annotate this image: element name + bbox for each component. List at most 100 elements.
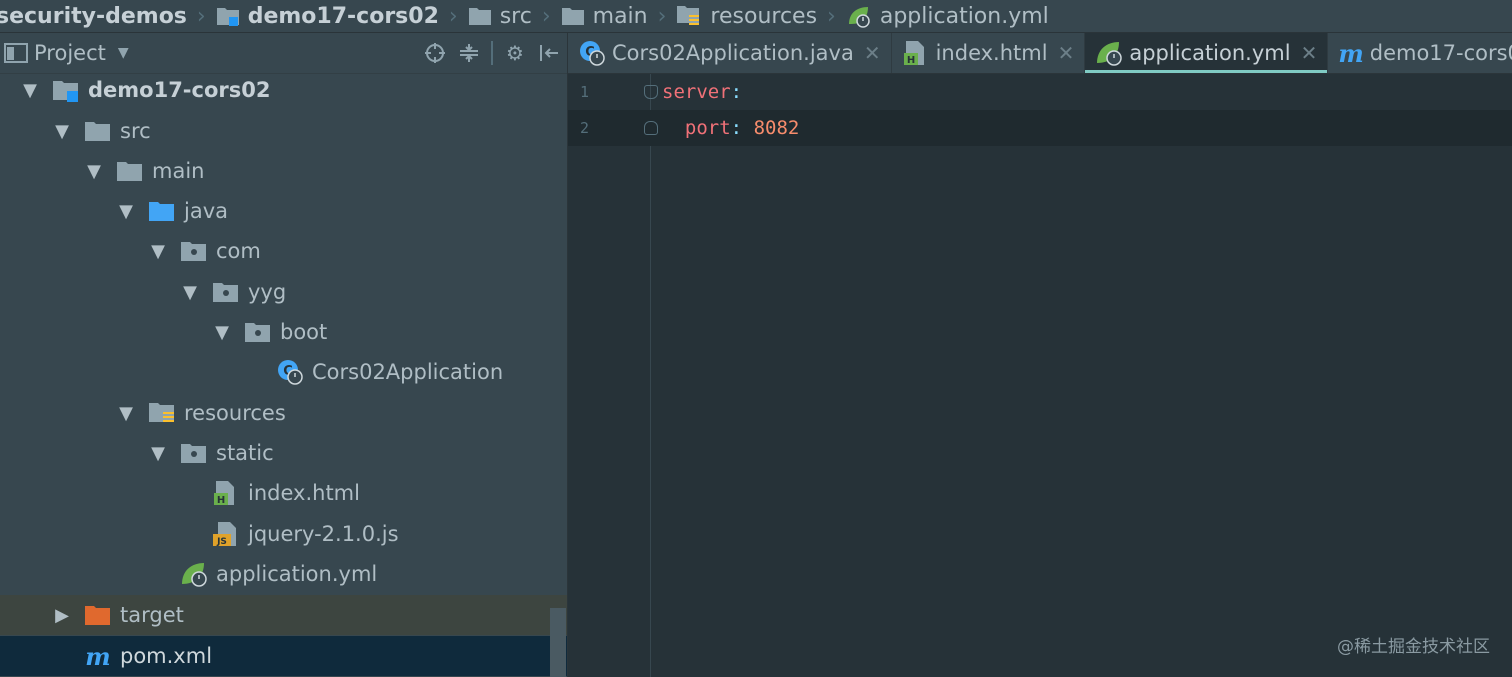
breadcrumb-label: src: [499, 3, 532, 29]
chevron-right-icon: ›: [657, 3, 667, 29]
project-panel-header: Project ▼ ⚙: [0, 33, 567, 74]
fold-marker-icon[interactable]: [644, 85, 658, 99]
line-number-gutter: [568, 74, 651, 677]
tree-item-main[interactable]: ▼ main: [0, 151, 567, 191]
tab-application-yml[interactable]: application.yml ✕: [1085, 33, 1329, 73]
yaml-colon: :: [730, 81, 743, 103]
tree-item-label: com: [216, 239, 261, 263]
yaml-value: 8082: [753, 117, 800, 139]
tree-item-application-yml[interactable]: ▼ application.yml: [0, 554, 567, 594]
tab-label: demo17-cors02: [1369, 41, 1512, 65]
chevron-right-icon: ›: [541, 3, 551, 29]
breadcrumb-item-application-yml[interactable]: application.yml: [846, 0, 1049, 32]
breadcrumb-label: resources: [710, 3, 818, 29]
tree-item-label: boot: [280, 320, 328, 344]
tree-item-pom-xml[interactable]: ▼ m pom.xml: [0, 636, 567, 676]
folder-icon: [468, 6, 492, 26]
collapse-all-icon[interactable]: [457, 41, 481, 65]
chevron-right-icon: ›: [196, 3, 206, 29]
collapsed-arrow-icon[interactable]: ▶: [52, 605, 72, 626]
line-number: 1: [580, 83, 590, 101]
project-toolbar: ⚙: [423, 33, 561, 73]
module-folder-icon: [52, 76, 80, 104]
dropdown-caret-icon[interactable]: ▼: [118, 45, 129, 61]
resources-folder-icon: [676, 4, 702, 28]
tree-item-index-html[interactable]: ▼ H index.html: [0, 473, 567, 513]
scrollbar-thumb[interactable]: [550, 608, 566, 677]
package-icon: [180, 439, 208, 467]
tab-label: index.html: [935, 41, 1048, 65]
expand-arrow-icon[interactable]: ▼: [148, 241, 168, 262]
code-editor[interactable]: 1 server: 2 port: 8082 @稀土掘金技术社区: [568, 74, 1512, 677]
line-number: 2: [580, 119, 590, 137]
close-icon[interactable]: ✕: [864, 41, 881, 65]
breadcrumb-item-src[interactable]: src: [468, 0, 532, 32]
tree-item-boot[interactable]: ▼ boot: [0, 312, 567, 352]
editor-tab-bar: C Cors02Application.java ✕ H index.html …: [568, 33, 1512, 74]
expand-arrow-icon[interactable]: ▼: [148, 443, 168, 464]
code-line-current[interactable]: 2 port: 8082: [568, 110, 1512, 146]
folder-icon: [84, 117, 112, 145]
svg-text:H: H: [217, 495, 225, 506]
breadcrumb-item-demo17-cors02[interactable]: demo17-cors02: [216, 0, 439, 32]
excluded-folder-icon: [84, 601, 112, 629]
svg-text:JS: JS: [216, 537, 227, 547]
tab-cors02application-java[interactable]: C Cors02Application.java ✕: [568, 33, 892, 73]
hide-panel-icon[interactable]: [537, 41, 561, 65]
tab-index-html[interactable]: H index.html ✕: [892, 33, 1086, 73]
expand-arrow-icon[interactable]: ▼: [116, 403, 136, 424]
tree-item-target[interactable]: ▶ target: [0, 595, 567, 635]
project-panel-title[interactable]: Project: [34, 41, 106, 65]
tree-item-resources[interactable]: ▼ resources: [0, 393, 567, 433]
folder-icon: [561, 6, 585, 26]
expand-arrow-icon[interactable]: ▼: [20, 80, 40, 101]
tree-item-label: main: [152, 159, 205, 183]
close-icon[interactable]: ✕: [1301, 41, 1318, 65]
tree-item-label: resources: [184, 401, 286, 425]
module-folder-icon: [216, 5, 240, 27]
tree-item-jquery-js[interactable]: ▼ JS jquery-2.1.0.js: [0, 514, 567, 554]
resources-folder-icon: [148, 399, 176, 427]
expand-arrow-icon[interactable]: ▼: [84, 161, 104, 182]
spring-config-icon: [180, 560, 208, 588]
breadcrumb-item-security-demos[interactable]: security-demos: [0, 0, 187, 32]
breadcrumb-item-main[interactable]: main: [561, 0, 648, 32]
tree-item-java[interactable]: ▼ java: [0, 191, 567, 231]
spring-boot-class-icon: C: [578, 39, 606, 67]
tree-item-demo17-cors02[interactable]: ▼ demo17-cors02: [0, 70, 567, 110]
package-icon: [244, 318, 272, 346]
toolbar-divider: [491, 41, 493, 65]
folder-icon: [116, 157, 144, 185]
tree-item-cors02application[interactable]: ▼ C Cors02Application: [0, 352, 567, 392]
close-icon[interactable]: ✕: [1058, 41, 1075, 65]
tree-item-label: static: [216, 441, 274, 465]
breadcrumb-label: security-demos: [0, 3, 187, 29]
expand-arrow-icon[interactable]: ▼: [116, 201, 136, 222]
tree-item-label: target: [120, 603, 184, 627]
tree-item-yyg[interactable]: ▼ yyg: [0, 272, 567, 312]
expand-arrow-icon[interactable]: ▼: [180, 282, 200, 303]
expand-arrow-icon[interactable]: ▼: [212, 322, 232, 343]
tab-demo17-cors02-pom[interactable]: m demo17-cors02 ✕: [1328, 33, 1512, 73]
source-folder-icon: [148, 197, 176, 225]
tree-item-com[interactable]: ▼ com: [0, 231, 567, 271]
tree-item-src[interactable]: ▼ src: [0, 111, 567, 151]
tree-item-label: yyg: [248, 280, 287, 304]
fold-marker-icon[interactable]: [644, 121, 658, 135]
tree-item-label: java: [184, 199, 228, 223]
expand-arrow-icon[interactable]: ▼: [52, 121, 72, 142]
tree-item-label: pom.xml: [120, 644, 213, 668]
tree-item-label: index.html: [248, 481, 360, 505]
yaml-key: server: [662, 81, 731, 103]
breadcrumb-item-resources[interactable]: resources: [676, 0, 817, 32]
gear-icon[interactable]: ⚙: [503, 41, 527, 65]
project-panel: Project ▼ ⚙ ▼ demo17-cors02 ▼ src ▼ main…: [0, 33, 568, 677]
breadcrumb-label: demo17-cors02: [247, 3, 439, 29]
locate-icon[interactable]: [423, 41, 447, 65]
tree-item-static[interactable]: ▼ static: [0, 433, 567, 473]
spring-boot-class-icon: C: [276, 358, 304, 386]
yaml-key: port: [684, 117, 731, 139]
breadcrumb-label: main: [592, 3, 648, 29]
package-icon: [212, 278, 240, 306]
code-line[interactable]: 1 server:: [568, 74, 1512, 110]
